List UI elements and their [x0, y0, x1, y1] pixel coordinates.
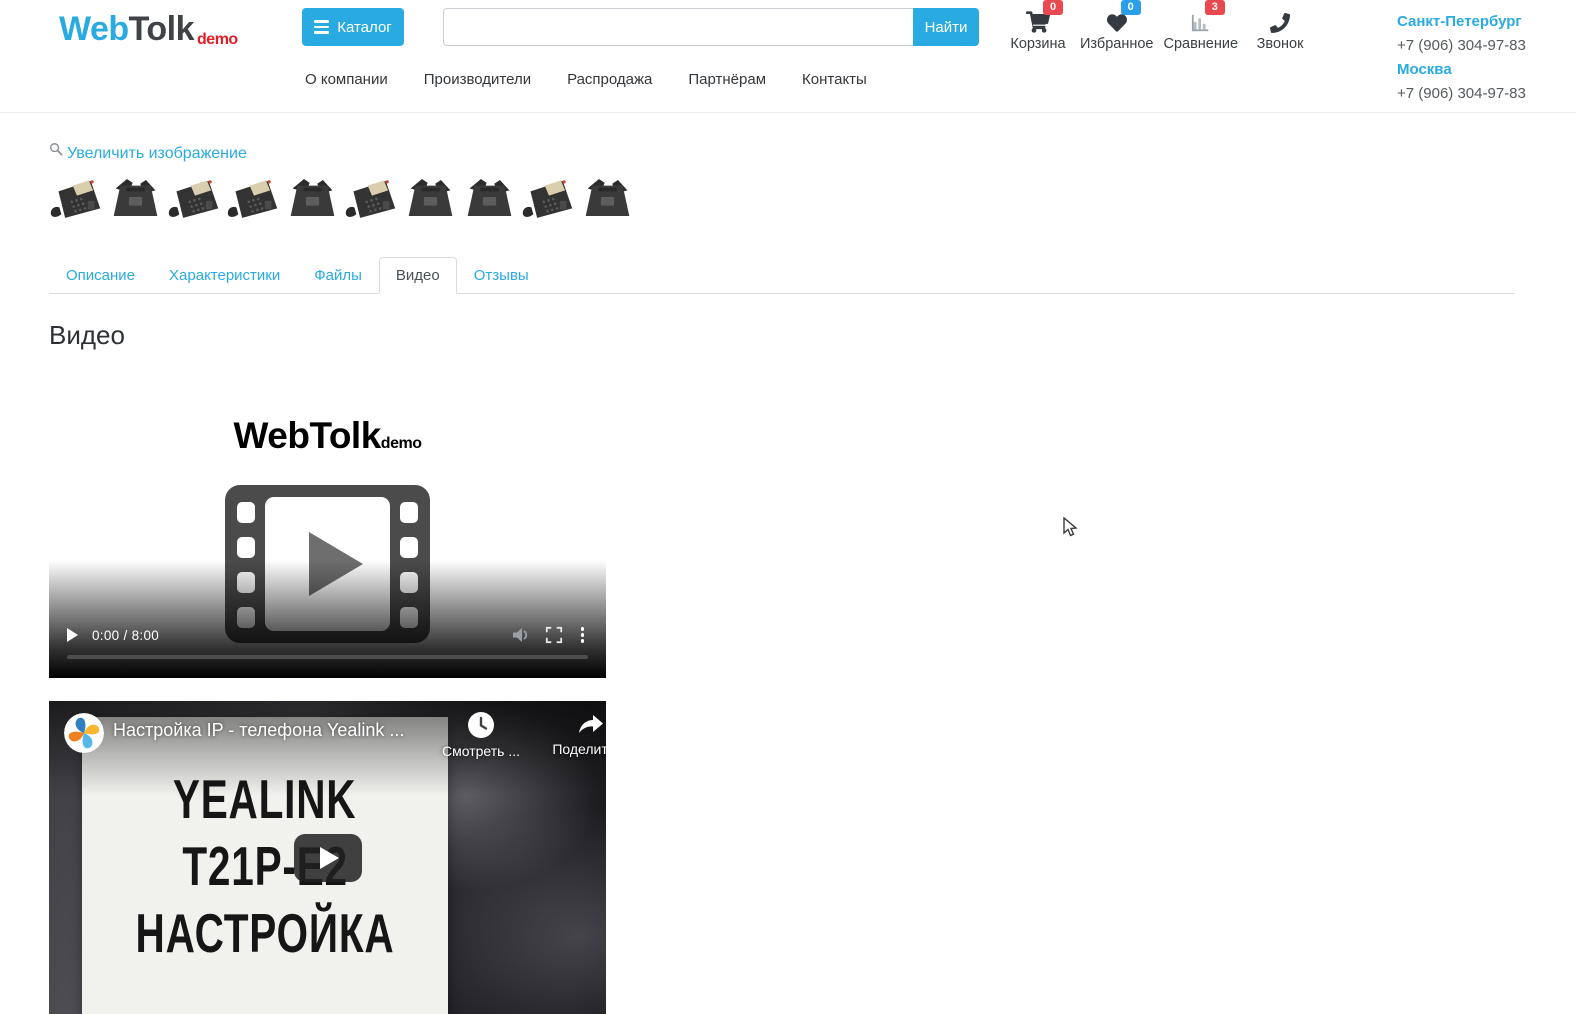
- product-thumbnail-front[interactable]: [49, 174, 104, 222]
- product-thumbnail-back[interactable]: [403, 174, 458, 222]
- youtube-video-title[interactable]: Настройка IP - телефона Yealink ...: [113, 720, 404, 741]
- watch-later-label: Смотреть ...: [442, 743, 520, 759]
- tab-reviews[interactable]: Отзывы: [457, 257, 546, 294]
- contacts-block: Санкт-Петербург +7 (906) 304-97-83 Москв…: [1397, 10, 1526, 106]
- product-thumbnail-front[interactable]: [521, 174, 576, 222]
- logo-web: Web: [59, 10, 129, 48]
- contact-phone-spb: +7 (906) 304-97-83: [1397, 34, 1526, 58]
- thumbnail-line-3: НАСТРОЙКА: [136, 899, 395, 969]
- product-thumbnail-front[interactable]: [226, 174, 281, 222]
- poster-logo-demo: demo: [381, 435, 422, 452]
- compare-button[interactable]: 3 Сравнение: [1163, 7, 1238, 52]
- compare-badge: 3: [1205, 0, 1225, 15]
- call-label: Звонок: [1257, 36, 1304, 52]
- search-button[interactable]: Найти: [913, 8, 979, 46]
- cart-badge: 0: [1043, 0, 1063, 15]
- video-progress-bar[interactable]: [67, 655, 588, 659]
- poster-logo-web: Web: [234, 415, 310, 456]
- video-player[interactable]: WebTolkdemo 0:00 / 8:00: [49, 365, 606, 678]
- youtube-play-button[interactable]: [294, 834, 362, 882]
- catalog-button[interactable]: Каталог: [302, 8, 404, 46]
- video-controls: 0:00 / 8:00: [67, 626, 588, 644]
- share-arrow-icon: [576, 711, 606, 737]
- favorites-label: Избранное: [1080, 36, 1153, 52]
- logo-tolk: Tolk: [129, 10, 194, 48]
- product-thumbnail-back[interactable]: [108, 174, 163, 222]
- speaker-muted-icon: [511, 626, 531, 644]
- share-label: Поделиться: [552, 741, 606, 757]
- watch-later-clock-icon: [467, 711, 495, 739]
- video-fullscreen-button[interactable]: [545, 626, 563, 644]
- youtube-channel-avatar[interactable]: [64, 713, 104, 753]
- compare-chart-icon: [1190, 13, 1212, 33]
- mouse-cursor: [1063, 517, 1079, 539]
- search-input[interactable]: [443, 8, 913, 46]
- cart-button[interactable]: 0 Корзина: [1006, 7, 1070, 52]
- site-header: WebTolkdemo Каталог Найти 0 Корзина 0: [0, 0, 1576, 113]
- nav-item-partners[interactable]: Партнёрам: [688, 71, 766, 88]
- product-thumbnail-back[interactable]: [580, 174, 635, 222]
- enlarge-image-link[interactable]: Увеличить изображение: [49, 142, 247, 160]
- logo-demo: demo: [197, 31, 238, 48]
- catalog-button-label: Каталог: [337, 19, 392, 36]
- video-mute-button[interactable]: [511, 626, 531, 644]
- contact-city-moscow[interactable]: Москва: [1397, 58, 1526, 82]
- page: WebTolkdemo Каталог Найти 0 Корзина 0: [0, 0, 1576, 895]
- compare-label: Сравнение: [1163, 36, 1238, 52]
- search-form: Найти: [443, 8, 979, 46]
- product-thumbnail-back[interactable]: [285, 174, 340, 222]
- tab-video[interactable]: Видео: [379, 257, 457, 294]
- tab-description[interactable]: Описание: [49, 257, 152, 294]
- favorites-button[interactable]: 0 Избранное: [1080, 7, 1153, 52]
- product-tabs: Описание Характеристики Файлы Видео Отзы…: [49, 257, 1515, 294]
- contact-phone-moscow: +7 (906) 304-97-83: [1397, 82, 1526, 106]
- nav-item-contacts[interactable]: Контакты: [802, 71, 867, 88]
- video-play-button[interactable]: [67, 628, 78, 642]
- main-nav: О компании Производители Распродажа Парт…: [305, 71, 867, 88]
- video-more-options-button[interactable]: [577, 627, 589, 643]
- magnifier-icon: [49, 142, 63, 156]
- heart-icon: [1106, 13, 1128, 33]
- product-thumbnail-front[interactable]: [167, 174, 222, 222]
- poster-logo-tolk: Tolk: [309, 415, 380, 456]
- youtube-thumbnail-card: YEALINK T21P-E2 НАСТРОЙКА: [82, 717, 448, 1014]
- tab-files[interactable]: Файлы: [297, 257, 379, 294]
- contact-city-spb[interactable]: Санкт-Петербург: [1397, 10, 1526, 34]
- call-button[interactable]: Звонок: [1248, 7, 1312, 52]
- favorites-badge: 0: [1121, 0, 1141, 15]
- fullscreen-icon: [545, 626, 563, 644]
- youtube-watch-later-button[interactable]: Смотреть ...: [434, 711, 528, 759]
- phone-icon: [1270, 13, 1290, 33]
- nav-item-about[interactable]: О компании: [305, 71, 388, 88]
- product-thumbnail-front[interactable]: [344, 174, 399, 222]
- video-section-heading: Видео: [49, 320, 125, 351]
- product-thumbnail-back[interactable]: [462, 174, 517, 222]
- product-thumbnails: [49, 174, 635, 222]
- thumbnail-line-1: YEALINK: [173, 765, 356, 835]
- site-logo[interactable]: WebTolkdemo: [59, 10, 238, 49]
- enlarge-image-label: Увеличить изображение: [67, 145, 247, 163]
- video-time-display: 0:00 / 8:00: [92, 628, 159, 643]
- youtube-embed[interactable]: YEALINK T21P-E2 НАСТРОЙКА Настройка IP -…: [49, 701, 606, 1014]
- nav-item-manufacturers[interactable]: Производители: [424, 71, 531, 88]
- video-poster-logo: WebTolkdemo: [49, 415, 606, 457]
- hamburger-icon: [314, 20, 329, 34]
- quick-links: 0 Корзина 0 Избранное 3 Сравнение: [1006, 7, 1312, 52]
- tab-characteristics[interactable]: Характеристики: [152, 257, 297, 294]
- youtube-actions: Смотреть ... Поделиться: [434, 711, 606, 759]
- cart-label: Корзина: [1010, 36, 1065, 52]
- nav-item-sale[interactable]: Распродажа: [567, 71, 652, 88]
- film-strip-play-icon: [225, 485, 430, 643]
- youtube-share-button[interactable]: Поделиться: [544, 711, 606, 759]
